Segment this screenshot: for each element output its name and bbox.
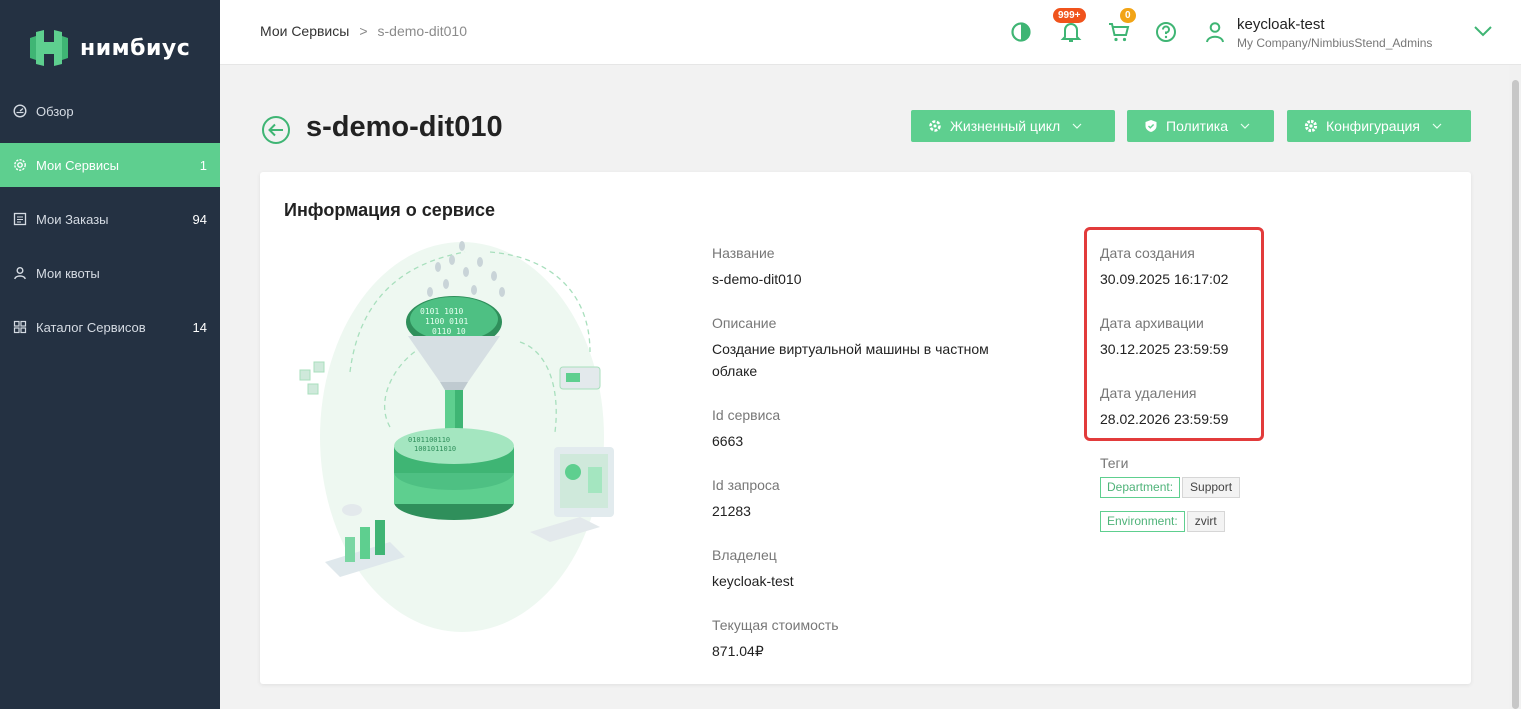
app-logo[interactable]: нимбиус bbox=[28, 28, 190, 68]
breadcrumb: Мои Сервисы > s-demo-dit010 bbox=[260, 23, 467, 39]
logo-text: нимбиус bbox=[80, 35, 191, 61]
configuration-dropdown-button[interactable]: Конфигурация bbox=[1287, 110, 1471, 142]
field-value: 6663 bbox=[712, 433, 744, 449]
orders-icon bbox=[13, 212, 27, 226]
help-icon bbox=[1156, 22, 1176, 42]
user-name: keycloak-test bbox=[1237, 16, 1325, 33]
field-current-cost: Текущая стоимость 871.04₽ bbox=[712, 616, 1042, 662]
sidebar-item-my-quotas[interactable]: Мои квоты bbox=[0, 251, 220, 295]
notifications-badge: 999+ bbox=[1053, 8, 1086, 23]
svg-text:0101100110: 0101100110 bbox=[408, 436, 450, 444]
sidebar-item-my-orders[interactable]: Мои Заказы 94 bbox=[0, 197, 220, 241]
field-value: s-demo-dit010 bbox=[712, 271, 802, 287]
service-illustration: 0101 10101100 01010110 10 01011001101001… bbox=[299, 241, 614, 632]
bell-icon bbox=[1060, 23, 1082, 42]
scrollbar-thumb[interactable] bbox=[1512, 80, 1519, 709]
sidebar-item-count: 1 bbox=[199, 157, 207, 173]
cart-icon bbox=[1109, 23, 1130, 42]
arrow-left-icon bbox=[262, 116, 290, 144]
chevron-down-icon bbox=[1240, 123, 1250, 129]
user-icon bbox=[13, 266, 27, 280]
field-description: Описание Создание виртуальной машины в ч… bbox=[712, 314, 1042, 382]
user-menu-toggle[interactable] bbox=[1473, 24, 1493, 50]
help-button[interactable] bbox=[1155, 20, 1177, 46]
field-name: Название s-demo-dit010 bbox=[712, 244, 1042, 290]
configuration-label: Конфигурация bbox=[1326, 118, 1420, 134]
tag-environment[interactable]: Environment: zvirt bbox=[1100, 511, 1225, 532]
field-label: Владелец bbox=[712, 547, 777, 563]
svg-text:1100 0101: 1100 0101 bbox=[425, 317, 469, 326]
notifications-button[interactable]: 999+ bbox=[1053, 8, 1086, 46]
cart-button[interactable]: 0 bbox=[1107, 8, 1136, 46]
field-request-id: Id запроса 21283 bbox=[712, 476, 1042, 522]
sidebar-item-count: 94 bbox=[192, 211, 207, 227]
sidebar-item-label: Каталог Сервисов bbox=[36, 319, 146, 335]
sidebar-item-count: 14 bbox=[192, 319, 207, 335]
field-label: Id сервиса bbox=[712, 407, 781, 423]
lifecycle-dropdown-button[interactable]: Жизненный цикл bbox=[911, 110, 1115, 142]
service-info-card: Информация о сервисе 0101 1010 1100 0101 0… bbox=[260, 172, 1471, 684]
sidebar-item-service-catalog[interactable]: Каталог Сервисов 14 bbox=[0, 305, 220, 349]
breadcrumb-current: s-demo-dit010 bbox=[377, 23, 468, 39]
sidebar-item-my-services[interactable]: Мои Сервисы 1 bbox=[0, 143, 220, 187]
topbar: Мои Сервисы > s-demo-dit010 999+ 0 keycl… bbox=[220, 0, 1521, 65]
logo-icon bbox=[30, 30, 68, 66]
sidebar: нимбиус Обзор Мои Сервисы 1 Мои Заказы 9… bbox=[0, 0, 220, 709]
breadcrumb-parent[interactable]: Мои Сервисы bbox=[260, 23, 349, 39]
field-tags: Теги bbox=[1100, 454, 1260, 472]
field-label: Id запроса bbox=[712, 477, 780, 493]
card-title: Информация о сервисе bbox=[284, 200, 495, 220]
field-owner: Владелец keycloak-test bbox=[712, 546, 1042, 592]
field-value: keycloak-test bbox=[712, 573, 794, 589]
svg-text:0110 10: 0110 10 bbox=[432, 327, 466, 336]
field-value: 871.04₽ bbox=[712, 643, 764, 659]
field-label: Теги bbox=[1100, 455, 1129, 471]
lifecycle-icon bbox=[929, 120, 941, 132]
field-label: Описание bbox=[712, 315, 777, 331]
sidebar-nav: Обзор Мои Сервисы 1 Мои Заказы 94 Мои кв… bbox=[0, 89, 220, 359]
user-icon bbox=[1206, 22, 1224, 43]
grid-icon bbox=[13, 320, 27, 334]
chevron-down-icon bbox=[1072, 123, 1082, 129]
chevron-down-icon bbox=[1474, 26, 1492, 37]
chevron-down-icon bbox=[1432, 123, 1442, 129]
back-button[interactable] bbox=[261, 115, 291, 145]
user-menu[interactable]: keycloak-test My Company/NimbiusStend_Ad… bbox=[1237, 16, 1432, 50]
field-service-id: Id сервиса 6663 bbox=[712, 406, 1042, 452]
sidebar-item-label: Обзор bbox=[36, 103, 74, 119]
tag-key: Environment: bbox=[1100, 511, 1185, 532]
contrast-icon bbox=[1011, 22, 1031, 42]
field-value: 21283 bbox=[712, 503, 751, 519]
sidebar-item-label: Мои Сервисы bbox=[36, 157, 119, 173]
shield-icon bbox=[1145, 120, 1157, 132]
tag-value: zvirt bbox=[1186, 511, 1225, 532]
field-label: Текущая стоимость bbox=[712, 617, 839, 633]
svg-text:1001011010: 1001011010 bbox=[414, 445, 456, 453]
sidebar-item-overview[interactable]: Обзор bbox=[0, 89, 220, 133]
policy-label: Политика bbox=[1166, 118, 1228, 134]
breadcrumb-separator: > bbox=[359, 23, 368, 39]
field-label: Название bbox=[712, 245, 775, 261]
gear-icon bbox=[1304, 119, 1318, 133]
dashboard-icon bbox=[13, 104, 27, 118]
cart-badge: 0 bbox=[1120, 8, 1136, 23]
dates-highlight-box bbox=[1084, 227, 1264, 441]
policy-dropdown-button[interactable]: Политика bbox=[1127, 110, 1274, 142]
tag-key: Department: bbox=[1100, 477, 1181, 498]
gear-icon bbox=[13, 158, 27, 172]
user-avatar[interactable] bbox=[1205, 20, 1225, 46]
tag-department[interactable]: Department: Support bbox=[1100, 477, 1241, 498]
sidebar-item-label: Мои квоты bbox=[36, 265, 100, 281]
lifecycle-label: Жизненный цикл bbox=[950, 118, 1061, 134]
user-org: My Company/NimbiusStend_Admins bbox=[1237, 36, 1433, 50]
page-title: s-demo-dit010 bbox=[306, 111, 503, 143]
tag-value: Support bbox=[1182, 477, 1241, 498]
sidebar-item-label: Мои Заказы bbox=[36, 211, 109, 227]
svg-text:0101 1010: 0101 1010 bbox=[420, 307, 464, 316]
theme-toggle-button[interactable] bbox=[1010, 20, 1032, 46]
field-value: Создание виртуальной машины в частном об… bbox=[712, 341, 989, 379]
